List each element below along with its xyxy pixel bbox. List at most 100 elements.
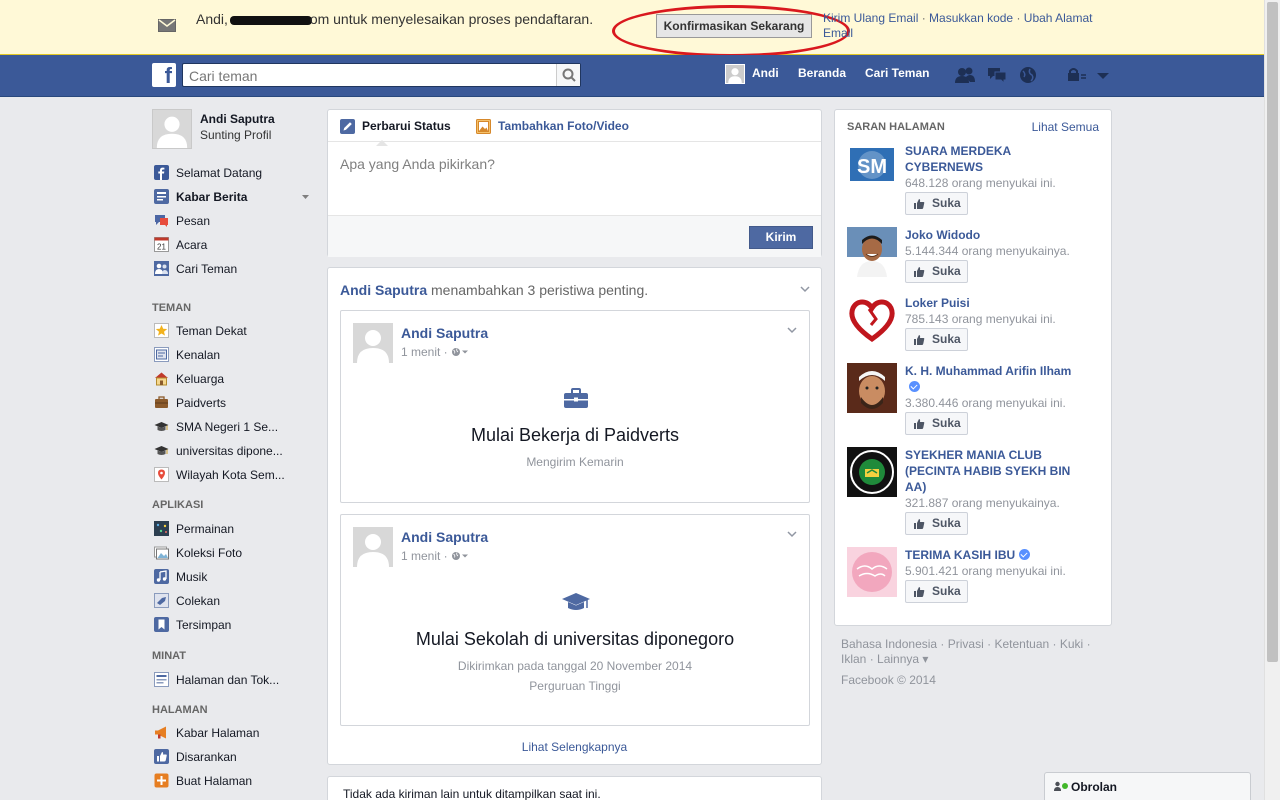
event-options-chevron-icon[interactable] — [787, 531, 797, 538]
story-options-chevron-icon[interactable] — [800, 286, 810, 293]
event-author-avatar[interactable] — [353, 527, 393, 567]
sidebar-item-music[interactable]: Musik — [152, 568, 312, 588]
edit-profile-link[interactable]: Sunting Profil — [200, 128, 271, 142]
friends-section-header[interactable]: TEMAN — [152, 302, 191, 314]
tab-add-photo-video[interactable]: Tambahkan Foto/Video — [498, 119, 629, 133]
page-name-link[interactable]: K. H. Muhammad Arifin Ilham — [905, 363, 1080, 395]
sidebar-item-pages-news[interactable]: Kabar Halaman — [152, 724, 312, 744]
messages-icon[interactable] — [986, 66, 1008, 84]
find-friends-link[interactable]: Cari Teman — [865, 66, 929, 80]
sidebar-item-close-friends[interactable]: Teman Dekat — [152, 322, 312, 342]
scrollbar-thumb[interactable] — [1267, 2, 1278, 662]
privacy-shortcuts-icon[interactable] — [1066, 66, 1088, 84]
notifications-globe-icon[interactable] — [1017, 66, 1039, 84]
pages-feed-icon — [154, 672, 169, 687]
page-name-link[interactable]: SYEKHER MANIA CLUB (PECINTA HABIB SYEKH … — [905, 447, 1080, 495]
page-thumbnail[interactable] — [847, 547, 897, 597]
sidebar-item-wilayah-kota[interactable]: Wilayah Kota Sem... — [152, 466, 312, 486]
footer-link-cookies[interactable]: Kuki — [1060, 637, 1083, 651]
user-avatar[interactable] — [725, 64, 745, 84]
page-thumbnail[interactable] — [847, 447, 897, 497]
sidebar-item-saved[interactable]: Tersimpan — [152, 616, 312, 636]
page-scrollbar[interactable] — [1264, 0, 1280, 800]
page-name-link[interactable]: Loker Puisi — [905, 295, 1080, 311]
sidebar-item-messages[interactable]: Pesan — [152, 212, 312, 232]
account-menu-caret-icon[interactable] — [1092, 66, 1114, 84]
story-actor-link[interactable]: Andi Saputra — [340, 282, 427, 298]
page-like-count: 648.128 orang menyukai ini. — [905, 176, 1056, 190]
footer-link-privacy[interactable]: Privasi — [948, 637, 984, 651]
friend-requests-icon[interactable] — [954, 66, 976, 84]
footer-link-language[interactable]: Bahasa Indonesia — [841, 637, 937, 651]
event-author-avatar[interactable] — [353, 323, 393, 363]
resend-email-link[interactable]: Kirim Ulang Email — [823, 11, 918, 25]
like-page-button[interactable]: Suka — [905, 512, 968, 535]
status-input[interactable]: Apa yang Anda pikirkan? — [340, 156, 495, 172]
confirm-now-button[interactable]: Konfirmasikan Sekarang — [656, 14, 812, 38]
sidebar-item-paidverts[interactable]: Paidverts — [152, 394, 312, 414]
event-author-name[interactable]: Andi Saputra — [401, 529, 488, 545]
event-options-chevron-icon[interactable] — [787, 327, 797, 334]
apps-section-header[interactable]: APLIKASI — [152, 499, 203, 511]
page-thumbnail[interactable] — [847, 295, 897, 345]
sidebar-item-acquaintances[interactable]: Kenalan — [152, 346, 312, 366]
like-page-button[interactable]: Suka — [905, 580, 968, 603]
sidebar-item-pages-feed[interactable]: Halaman dan Tok... — [152, 671, 312, 691]
page-thumbnail[interactable] — [847, 227, 897, 277]
chat-sidebar-tab[interactable]: Obrolan — [1044, 772, 1251, 800]
email-confirmation-bar: Andi, om untuk menyelesaikan proses pend… — [0, 0, 1264, 57]
envelope-icon — [158, 19, 176, 32]
status-composer: Perbarui Status Tambahkan Foto/Video Apa… — [327, 109, 822, 257]
sidebar-item-create-page[interactable]: Buat Halaman — [152, 772, 312, 792]
like-page-button[interactable]: Suka — [905, 192, 968, 215]
public-globe-icon[interactable] — [451, 551, 469, 561]
pages-section-header[interactable]: HALAMAN — [152, 704, 208, 716]
tab-update-status[interactable]: Perbarui Status — [362, 119, 451, 133]
briefcase-icon — [155, 396, 168, 408]
sidebar-item-photos[interactable]: Koleksi Foto — [152, 544, 312, 564]
event-timestamp[interactable]: 1 menit · — [401, 549, 469, 563]
public-globe-icon[interactable] — [451, 347, 469, 357]
home-link[interactable]: Beranda — [798, 66, 846, 80]
see-all-link[interactable]: Lihat Semua — [1032, 120, 1099, 134]
footer-link-more[interactable]: Lainnya ▾ — [877, 652, 928, 666]
sidebar-item-pokes[interactable]: Colekan — [152, 592, 312, 612]
sidebar-item-welcome[interactable]: Selamat Datang — [152, 164, 312, 184]
page-thumbnail[interactable] — [847, 363, 897, 413]
search-input[interactable] — [189, 67, 549, 84]
dropdown-arrow-icon[interactable] — [302, 195, 309, 199]
silhouette-icon — [728, 68, 742, 83]
page-thumbnail[interactable]: SM — [847, 143, 897, 193]
event-author-name[interactable]: Andi Saputra — [401, 325, 488, 341]
sidebar-item-suggested[interactable]: Disarankan — [152, 748, 312, 768]
page-like-count: 3.380.446 orang menyukai ini. — [905, 396, 1066, 410]
profile-picture[interactable] — [152, 109, 192, 149]
sidebar-item-news-feed[interactable]: Kabar Berita — [152, 188, 312, 208]
like-page-button[interactable]: Suka — [905, 328, 968, 351]
chat-online-icon — [1054, 781, 1068, 791]
profile-link[interactable]: Andi — [752, 66, 779, 80]
facebook-logo-icon[interactable]: f — [152, 63, 176, 88]
footer-link-ads[interactable]: Iklan — [841, 652, 866, 666]
sidebar-item-sma-negeri[interactable]: SMA Negeri 1 Se... — [152, 418, 312, 438]
footer-link-terms[interactable]: Ketentuan — [994, 637, 1049, 651]
sidebar-item-events[interactable]: 21 Acara — [152, 236, 312, 256]
post-button[interactable]: Kirim — [749, 226, 813, 249]
see-more-link[interactable]: Lihat Selengkapnya — [328, 740, 821, 754]
page-name-link[interactable]: Joko Widodo — [905, 227, 1080, 243]
profile-name-link[interactable]: Andi Saputra — [200, 112, 275, 126]
page-name-link[interactable]: SUARA MERDEKA CYBERNEWS — [905, 143, 1080, 175]
sidebar-item-universitas-diponegoro[interactable]: universitas dipone... — [152, 442, 312, 462]
sidebar-item-family[interactable]: Keluarga — [152, 370, 312, 390]
interests-section-header[interactable]: MINAT — [152, 650, 186, 662]
sidebar-item-find-friends[interactable]: Cari Teman — [152, 260, 312, 280]
sidebar-item-games[interactable]: Permainan — [152, 520, 312, 540]
like-page-button[interactable]: Suka — [905, 412, 968, 435]
like-page-button[interactable]: Suka — [905, 260, 968, 283]
search-button[interactable] — [556, 64, 580, 86]
event-timestamp[interactable]: 1 menit · — [401, 345, 469, 359]
music-icon — [154, 569, 169, 584]
enter-code-link[interactable]: Masukkan kode — [929, 11, 1013, 25]
page-name-link[interactable]: TERIMA KASIH IBU — [905, 547, 1080, 563]
redacted-email — [229, 15, 312, 25]
